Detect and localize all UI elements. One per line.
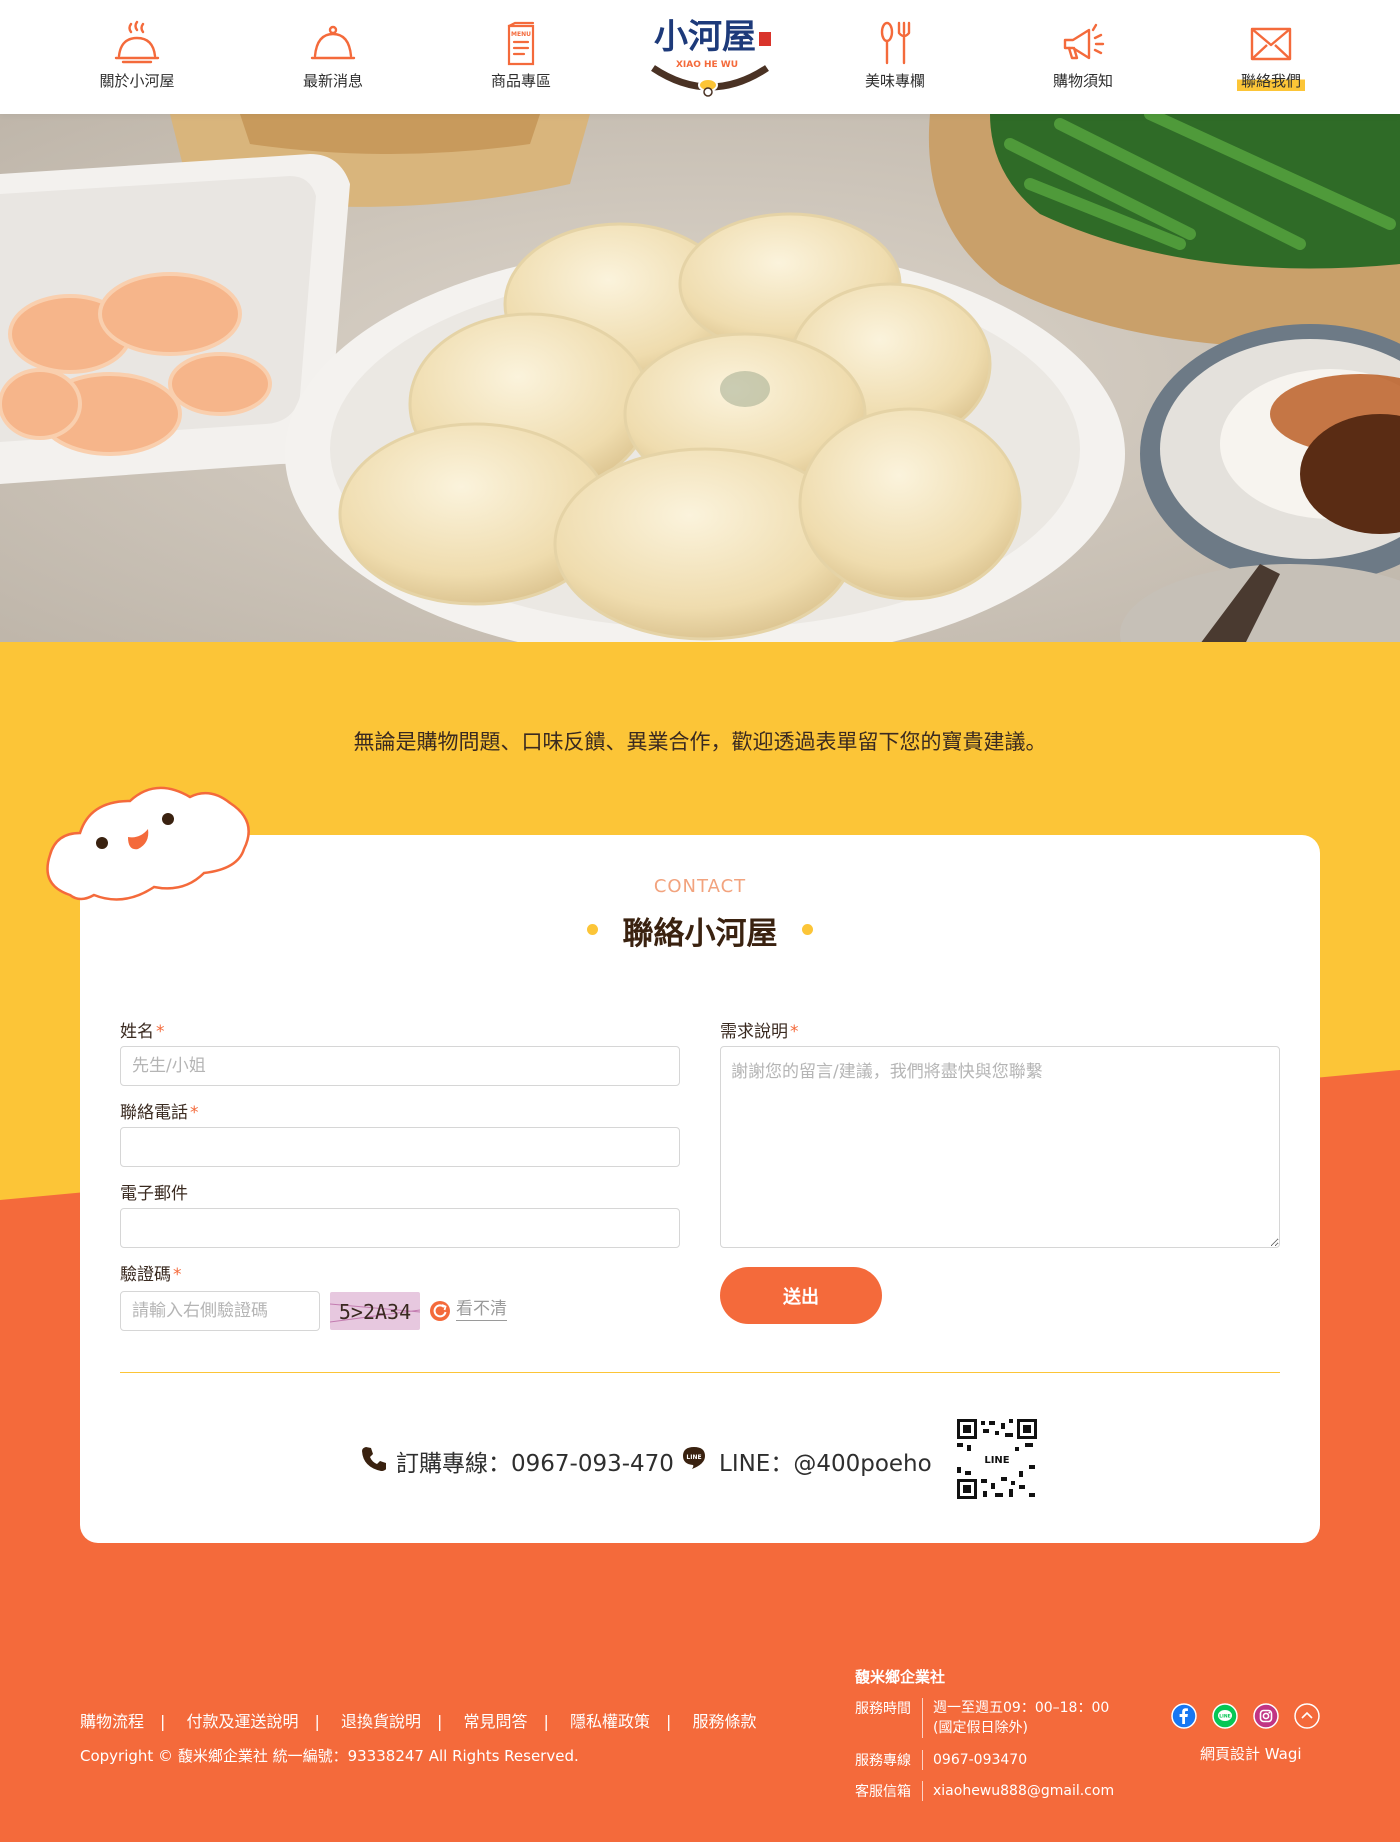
cloche-icon — [310, 25, 356, 60]
info-label: 服務時間 — [855, 1701, 911, 1717]
hero-banner — [0, 114, 1400, 642]
footer-link-payment-shipping[interactable]: 付款及運送說明 — [187, 1712, 299, 1731]
contact-title: 聯絡小河屋 — [622, 916, 778, 952]
footer-separator: | — [314, 1712, 320, 1731]
designer-credit[interactable]: 網頁設計 Wagi — [1200, 1743, 1302, 1764]
line-qr-code: LINE — [955, 1417, 1039, 1501]
svg-text:MENU: MENU — [511, 31, 531, 38]
title-dot-right — [802, 924, 813, 935]
fork-spoon-icon — [880, 21, 911, 65]
footer-link-terms[interactable]: 服務條款 — [693, 1712, 757, 1731]
site-header: 關於小河屋 最新消息 MENU 商品專區 小河屋 XIAO HE WU 美味專欄 — [0, 0, 1400, 114]
company-name: 馥米鄉企業社 — [855, 1668, 946, 1686]
nav-item-contact[interactable]: 聯絡我們 — [1206, 20, 1336, 91]
footer-link-returns[interactable]: 退換貨說明 — [341, 1712, 421, 1731]
card-divider — [120, 1372, 1280, 1373]
captcha-input[interactable] — [120, 1291, 320, 1331]
captcha-code: 5>2A34 — [339, 1300, 411, 1324]
xiaohewu-logo[interactable]: 小河屋 XIAO HE WU — [645, 10, 775, 98]
refresh-icon[interactable] — [430, 1301, 450, 1321]
menu-book-icon: MENU — [507, 21, 535, 66]
submit-button[interactable]: 送出 — [720, 1267, 882, 1324]
info-value: 週一至週五09：00–18：00 — [933, 1700, 1110, 1716]
service-hours: 服務時間 週一至週五09：00–18：00 (國定假日除外) — [855, 1698, 1109, 1738]
nav-label: 最新消息 — [302, 72, 363, 90]
contact-intro: 無論是購物問題、口味反饋、異業合作，歡迎透過表單留下您的寶貴建議。 — [353, 730, 1047, 754]
nav-label: 購物須知 — [1052, 72, 1113, 90]
info-label: 客服信箱 — [855, 1784, 911, 1800]
phone-label: 聯絡電話 * — [120, 1103, 199, 1123]
svg-text:LINE: LINE — [686, 1454, 701, 1461]
footer-separator: | — [160, 1712, 166, 1731]
back-to-top-icon[interactable] — [1294, 1703, 1320, 1729]
phone-input[interactable] — [120, 1127, 680, 1167]
name-input[interactable] — [120, 1046, 680, 1086]
captcha-image: 5>2A34 — [330, 1292, 420, 1330]
service-hotline: 服務專線 0967-093470 — [855, 1750, 1027, 1770]
footer-link-faq[interactable]: 常見問答 — [464, 1712, 528, 1731]
email-input[interactable] — [120, 1208, 680, 1248]
refresh-captcha-link[interactable]: 看不清 — [456, 1298, 507, 1321]
nav-item-about[interactable]: 關於小河屋 — [72, 20, 202, 91]
nav-label: 聯絡我們 — [1236, 70, 1305, 91]
nav-label: 關於小河屋 — [99, 72, 175, 90]
info-note: (國定假日除外) — [933, 1720, 1028, 1736]
info-value: 0967-093470 — [922, 1750, 1027, 1770]
line-icon[interactable]: LINE — [1212, 1703, 1238, 1729]
message-textarea[interactable] — [720, 1046, 1280, 1248]
footer-separator: | — [666, 1712, 672, 1731]
nav-item-products[interactable]: MENU 商品專區 — [456, 20, 586, 91]
logo-subtitle: XIAO HE WU — [676, 60, 738, 70]
qr-label: LINE — [984, 1455, 1009, 1466]
info-label: 服務專線 — [855, 1753, 911, 1769]
nav-item-column[interactable]: 美味專欄 — [830, 20, 960, 91]
instagram-icon[interactable] — [1253, 1703, 1279, 1729]
nav-item-news[interactable]: 最新消息 — [268, 20, 398, 91]
message-label: 需求說明 * — [720, 1022, 799, 1042]
line-app-icon: LINE — [683, 1447, 705, 1469]
footer-separator: | — [437, 1712, 443, 1731]
envelope-icon — [1250, 27, 1292, 61]
logo-title: 小河屋 — [654, 17, 756, 57]
svg-text:LINE: LINE — [1219, 1714, 1230, 1720]
nav-item-shopping-info[interactable]: 購物須知 — [1018, 20, 1148, 91]
copyright: Copyright © 馥米鄉企業社 統一編號：93338247 All Rig… — [80, 1747, 579, 1765]
dumplings-photo — [0, 114, 1400, 642]
line-id: LINE：@400poeho — [719, 1451, 932, 1477]
nav-label: 美味專欄 — [864, 72, 925, 90]
order-hotline: 訂購專線：0967-093-470 — [396, 1451, 674, 1477]
megaphone-icon — [1063, 23, 1105, 60]
email-label: 電子郵件 — [120, 1184, 188, 1204]
footer-link-privacy[interactable]: 隱私權政策 — [570, 1712, 650, 1731]
cloud-mascot-icon — [46, 786, 250, 901]
facebook-icon[interactable] — [1171, 1703, 1197, 1729]
footer-separator: | — [543, 1712, 549, 1731]
service-email: 客服信箱 xiaohewu888@gmail.com — [855, 1781, 1114, 1801]
footer-link-shopping-process[interactable]: 購物流程 — [80, 1712, 144, 1731]
info-value[interactable]: xiaohewu888@gmail.com — [922, 1781, 1114, 1801]
captcha-label: 驗證碼 * — [120, 1265, 182, 1285]
nav-label: 商品專區 — [490, 72, 551, 90]
name-label: 姓名 * — [120, 1022, 165, 1042]
cloche-steam-icon — [114, 20, 160, 64]
footer-links: 購物流程 | 付款及運送說明 | 退換貨說明 | 常見問答 | 隱私權政策 | 服務條款 — [80, 1708, 757, 1732]
phone-icon — [362, 1447, 386, 1471]
